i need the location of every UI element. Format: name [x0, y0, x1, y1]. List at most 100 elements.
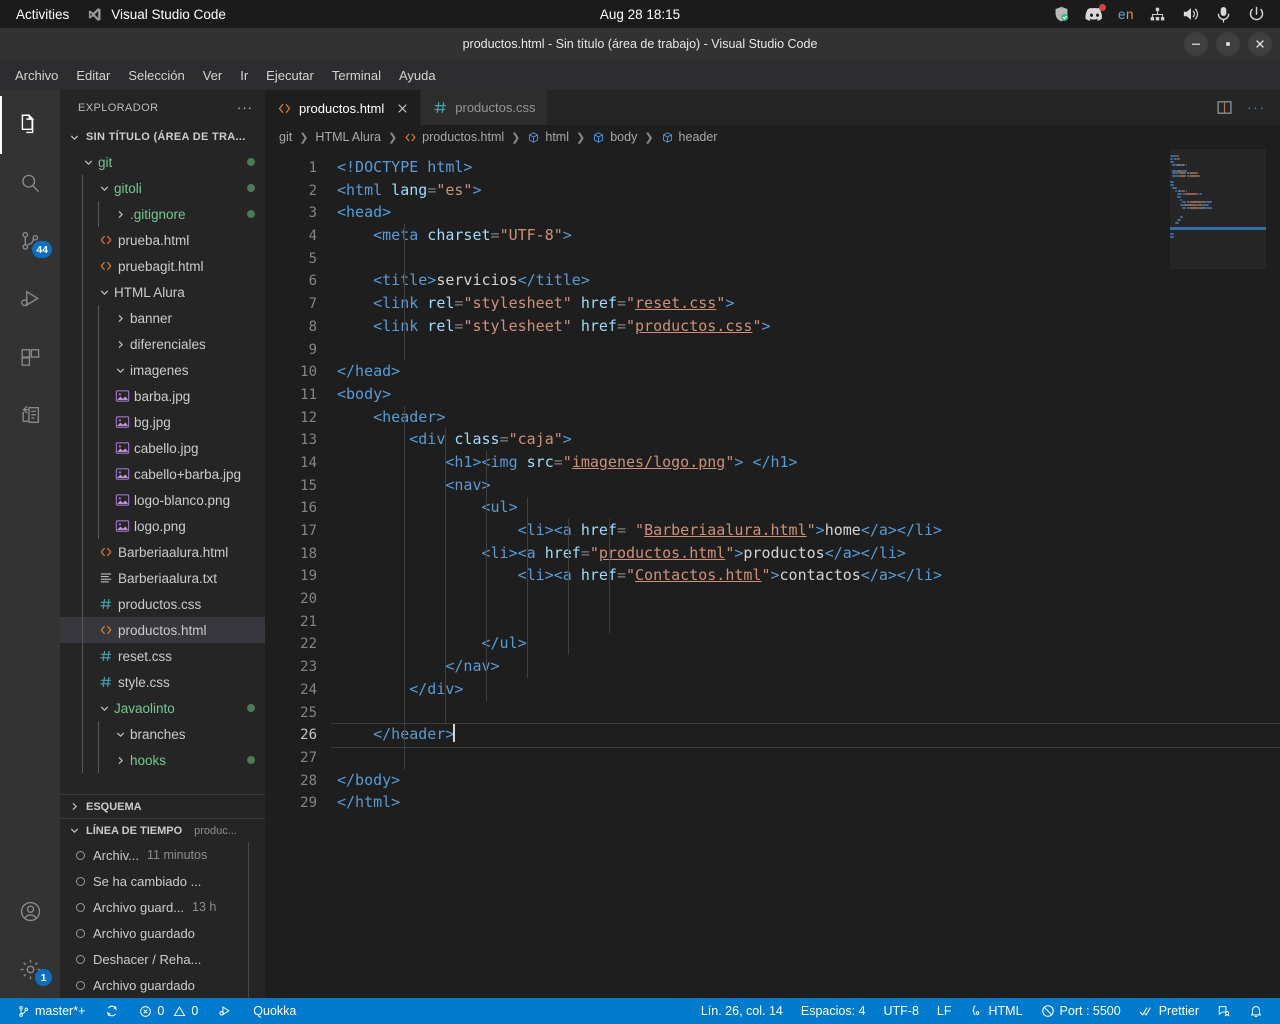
timeline-item[interactable]: Archivo guard... 13 h: [60, 894, 265, 920]
tree-file-pruebagit-html[interactable]: pruebagit.html: [60, 253, 265, 279]
tree-folder-banner[interactable]: banner: [60, 305, 265, 331]
close-button[interactable]: [1248, 32, 1272, 56]
breadcrumb-item-html-alura[interactable]: HTML Alura: [315, 130, 381, 144]
timeline-item[interactable]: Archivo guardado: [60, 920, 265, 946]
tab-productos-css[interactable]: productos.css: [421, 90, 549, 125]
code-token: class: [445, 430, 500, 449]
clock[interactable]: Aug 28 18:15: [600, 7, 680, 22]
workspace-section[interactable]: SIN TÍTULO (ÁREA DE TRA...: [60, 125, 265, 149]
tree-file-reset-css[interactable]: reset.css: [60, 643, 265, 669]
tree-folder-html-alura[interactable]: HTML Alura: [60, 279, 265, 305]
breadcrumb-item-body[interactable]: body: [592, 130, 637, 144]
status-sync[interactable]: [98, 998, 126, 1024]
tree-file-cabello-jpg[interactable]: cabello.jpg: [60, 435, 265, 461]
split-editor-icon[interactable]: [1216, 99, 1233, 116]
tree-file-barba-jpg[interactable]: barba.jpg: [60, 383, 265, 409]
status-prettier[interactable]: Prettier: [1132, 998, 1206, 1024]
menu-archivo[interactable]: Archivo: [6, 65, 67, 86]
code-editor[interactable]: 1 <!DOCTYPE html> 2 <html lang="es"> 3 <head>…: [265, 149, 1280, 998]
code-token: href: [535, 543, 581, 562]
minimap[interactable]: [1170, 149, 1266, 998]
status-cursor-position[interactable]: Lín. 26, col. 14: [694, 998, 790, 1024]
code-token: rel: [418, 316, 455, 335]
activity-accounts[interactable]: [0, 882, 60, 940]
discord-icon[interactable]: [1085, 3, 1106, 24]
tree-file-style-css[interactable]: style.css: [60, 669, 265, 695]
timeline-section[interactable]: LÍNEA DE TIEMPO produc...: [60, 818, 265, 842]
menu-ejecutar[interactable]: Ejecutar: [257, 65, 323, 86]
microphone-icon[interactable]: [1214, 5, 1233, 24]
breadcrumb-item-header[interactable]: header: [661, 130, 717, 144]
menu-ir[interactable]: Ir: [231, 65, 257, 86]
tree-file-logo-blanco-png[interactable]: logo-blanco.png: [60, 487, 265, 513]
status-notifications[interactable]: [1242, 998, 1270, 1024]
activity-search[interactable]: [0, 154, 60, 212]
tree-file-cabello-barba-jpg[interactable]: cabello+barba.jpg: [60, 461, 265, 487]
maximize-button[interactable]: [1216, 32, 1240, 56]
status-eol[interactable]: LF: [930, 998, 959, 1024]
active-app-indicator[interactable]: Visual Studio Code: [87, 7, 226, 22]
breadcrumb-item-html[interactable]: html: [527, 130, 569, 144]
status-problems[interactable]: 0 0: [132, 998, 205, 1024]
timeline-item[interactable]: Deshacer / Reha...: [60, 946, 265, 972]
tree-file-prueba-html[interactable]: prueba.html: [60, 227, 265, 253]
tree-file-productos-html[interactable]: productos.html: [60, 617, 265, 643]
menu-editar[interactable]: Editar: [67, 65, 119, 86]
editor-scrollbar[interactable]: [1266, 149, 1280, 998]
activity-settings[interactable]: 1: [0, 940, 60, 998]
breadcrumb-item-productos-html[interactable]: productos.html: [404, 130, 504, 144]
chevron-down-icon: [112, 729, 128, 740]
tab-productos-html[interactable]: productos.html: [265, 90, 422, 125]
error-icon: [139, 1005, 152, 1018]
activity-source-control[interactable]: 44: [0, 212, 60, 270]
menu-seleccion[interactable]: Selección: [119, 65, 193, 86]
breadcrumb-item-git[interactable]: git: [279, 130, 292, 144]
activity-run-debug[interactable]: [0, 270, 60, 328]
tree-file-productos-css[interactable]: productos.css: [60, 591, 265, 617]
timeline-item[interactable]: Se ha cambiado ...: [60, 868, 265, 894]
status-branch[interactable]: master*+: [10, 998, 92, 1024]
code-text[interactable]: 1 <!DOCTYPE html> 2 <html lang="es"> 3 <head>…: [265, 149, 1280, 814]
tree-folder-git[interactable]: git: [60, 149, 265, 175]
tree-file-logo-png[interactable]: logo.png: [60, 513, 265, 539]
tree-file-bg-jpg[interactable]: bg.jpg: [60, 409, 265, 435]
outline-section[interactable]: ESQUEMA: [60, 794, 265, 818]
status-feedback[interactable]: [1210, 998, 1238, 1024]
tree-folder-javaolinto[interactable]: Javaolinto: [60, 695, 265, 721]
tree-folder-diferenciales[interactable]: diferenciales: [60, 331, 265, 357]
line-number: 20: [300, 591, 317, 608]
volume-icon[interactable]: [1181, 5, 1200, 24]
activity-extensions[interactable]: [0, 328, 60, 386]
close-icon[interactable]: [397, 103, 408, 114]
status-ports[interactable]: [211, 998, 240, 1024]
status-language[interactable]: HTML: [963, 998, 1030, 1024]
keyboard-language-indicator[interactable]: en: [1118, 7, 1134, 22]
timeline-item[interactable]: Archiv... 11 minutos: [60, 842, 265, 868]
tree-folder-hooks[interactable]: hooks: [60, 747, 265, 773]
timeline-item[interactable]: Archivo guardado: [60, 972, 265, 998]
tree-file-barberiaalura-txt[interactable]: Barberiaalura.txt: [60, 565, 265, 591]
activities-button[interactable]: Activities: [16, 7, 69, 22]
timeline-guide: [248, 842, 249, 868]
menu-ver[interactable]: Ver: [194, 65, 232, 86]
sidebar-more-actions[interactable]: ···: [237, 100, 253, 115]
code-line: 3 <head>: [265, 201, 1280, 224]
status-indentation[interactable]: Espacios: 4: [794, 998, 873, 1024]
power-icon[interactable]: [1247, 5, 1266, 24]
status-encoding[interactable]: UTF-8: [877, 998, 926, 1024]
status-quokka[interactable]: Quokka: [246, 998, 303, 1024]
menu-ayuda[interactable]: Ayuda: [390, 65, 445, 86]
tree-folder-branches[interactable]: branches: [60, 721, 265, 747]
tree-folder-gitoli[interactable]: gitoli: [60, 175, 265, 201]
tree-folder-imagenes[interactable]: imagenes: [60, 357, 265, 383]
minimize-button[interactable]: [1184, 32, 1208, 56]
editor-more-actions[interactable]: ···: [1247, 100, 1266, 115]
tree-file-barberiaalura-html[interactable]: Barberiaalura.html: [60, 539, 265, 565]
menu-terminal[interactable]: Terminal: [323, 65, 390, 86]
status-port[interactable]: Port : 5500: [1034, 998, 1128, 1024]
network-icon[interactable]: [1148, 5, 1167, 24]
tree-folder--gitignore[interactable]: .gitignore: [60, 201, 265, 227]
shield-check-icon[interactable]: [1052, 5, 1071, 24]
activity-remote-explorer[interactable]: [0, 386, 60, 444]
activity-explorer[interactable]: [0, 96, 60, 154]
